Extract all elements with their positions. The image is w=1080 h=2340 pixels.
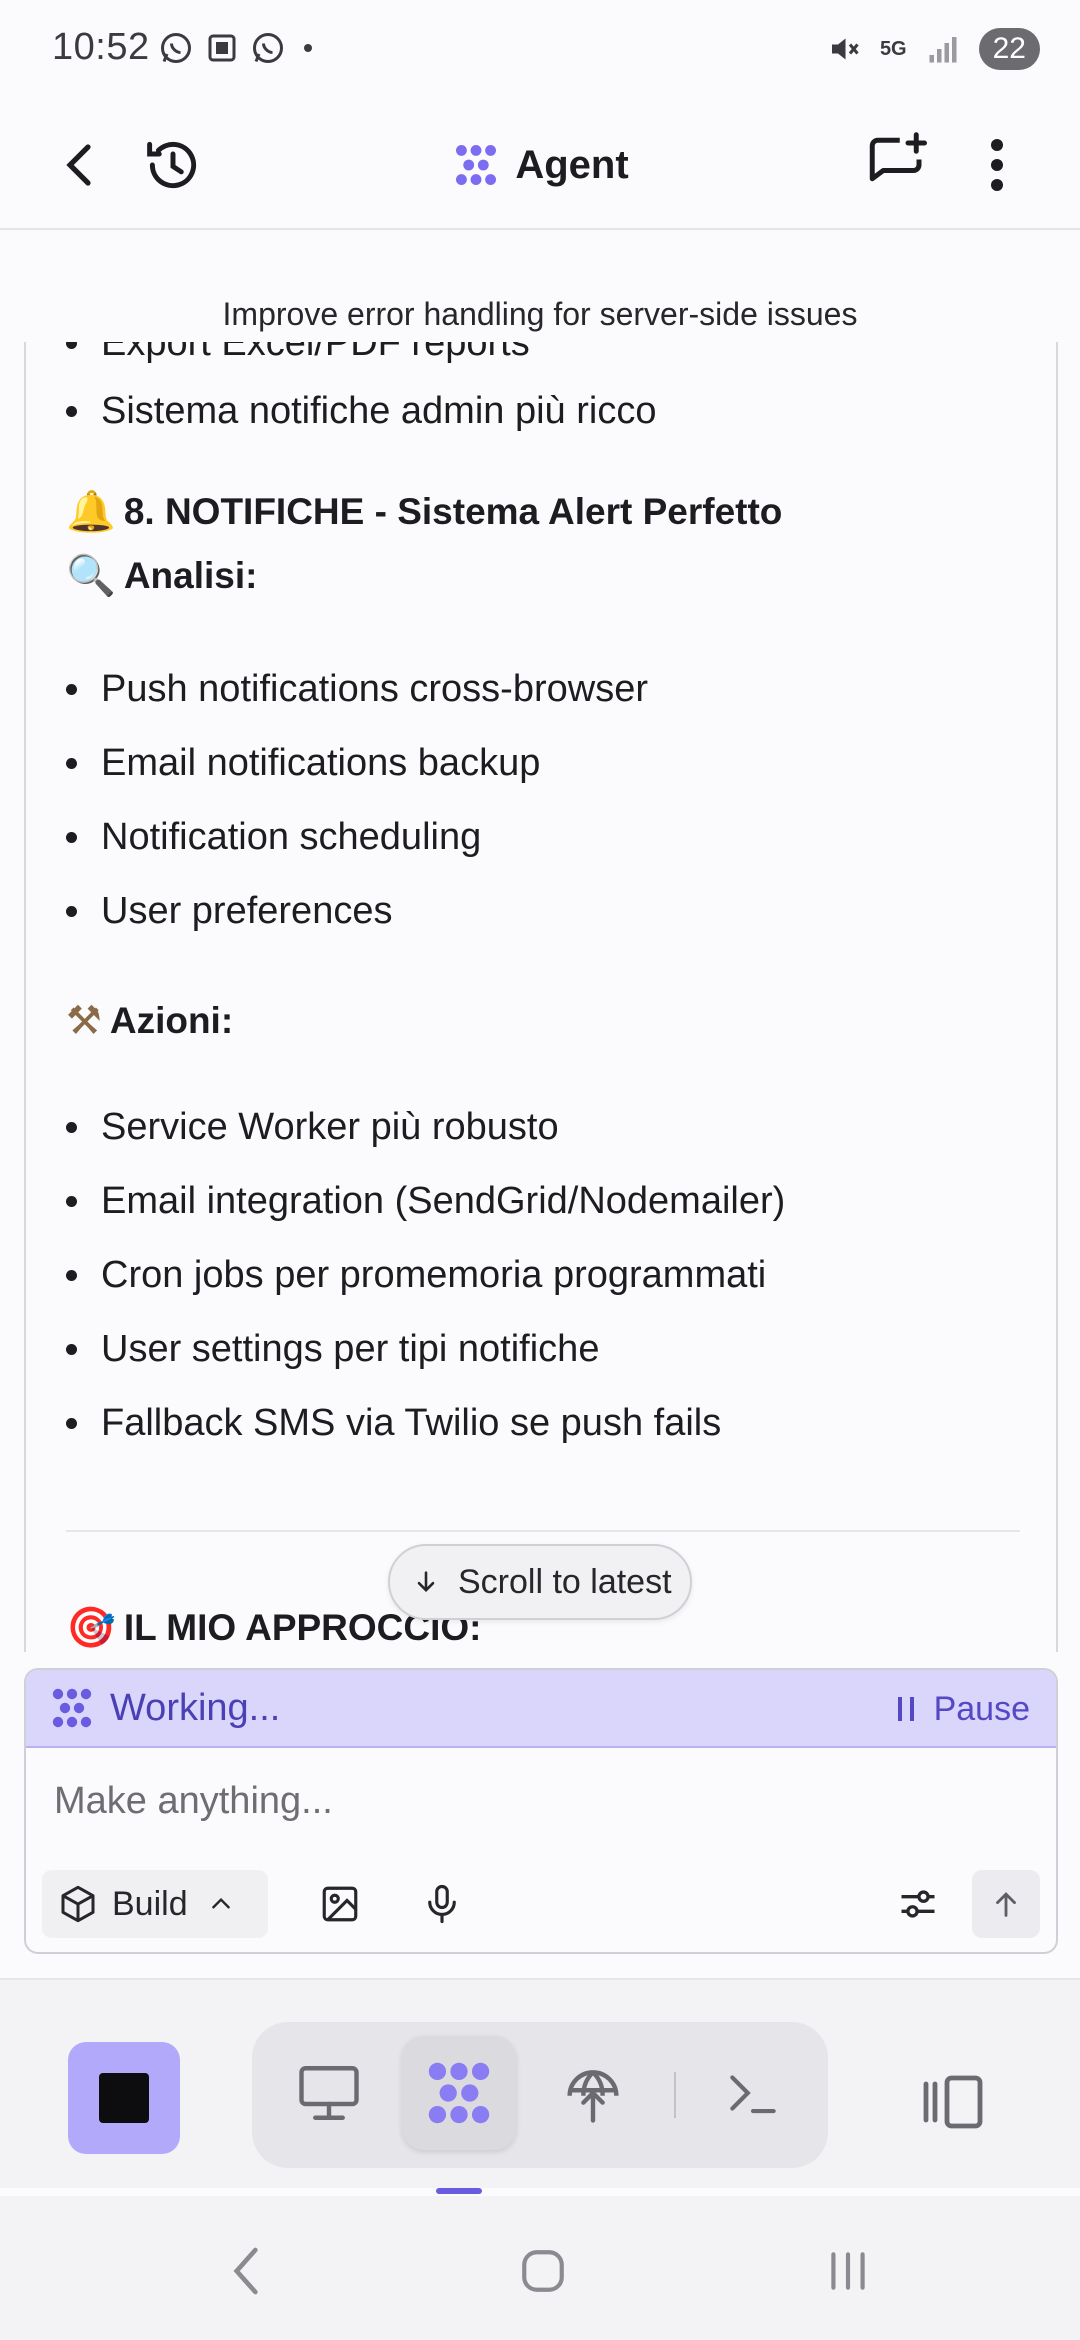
target-icon: 🎯 bbox=[66, 1605, 116, 1651]
list-item: User preferences bbox=[66, 890, 392, 933]
bottom-app-bar bbox=[0, 1978, 1080, 2188]
whatsapp-icon bbox=[161, 33, 191, 63]
active-tab-indicator bbox=[436, 2188, 482, 2194]
mode-selector[interactable]: Build bbox=[42, 1870, 268, 1938]
working-status-text: Working... bbox=[110, 1686, 281, 1729]
new-chat-button[interactable] bbox=[862, 100, 932, 230]
list-item: Email integration (SendGrid/Nodemailer) bbox=[66, 1180, 785, 1223]
agent-logo-icon bbox=[456, 145, 497, 185]
list-item: Push notifications cross-browser bbox=[66, 668, 648, 711]
globe-upload-icon bbox=[567, 2070, 619, 2123]
list-item: Notification scheduling bbox=[66, 816, 481, 859]
settings-button[interactable] bbox=[888, 1870, 948, 1938]
actions-heading: ⚒ Azioni: bbox=[66, 998, 234, 1044]
bullet-dot bbox=[66, 406, 77, 417]
split-view-button[interactable] bbox=[916, 2062, 996, 2142]
list-item: User settings per tipi notifiche bbox=[66, 1328, 599, 1371]
list-item: Fallback SMS via Twilio se push fails bbox=[66, 1402, 721, 1445]
list-item: Export Excel/PDF reports bbox=[66, 342, 530, 365]
section-heading: 🔔 8. NOTIFICHE - Sistema Alert Perfetto bbox=[66, 489, 783, 535]
agent-logo-icon bbox=[52, 1688, 92, 1728]
gallery-icon bbox=[208, 34, 236, 62]
bullet-dot bbox=[66, 1196, 77, 1207]
split-view-icon bbox=[923, 2075, 983, 2129]
bell-icon: 🔔 bbox=[66, 489, 116, 535]
status-bar: 10:52 5G 22 bbox=[0, 0, 1080, 100]
more-options-button[interactable] bbox=[972, 100, 1022, 230]
home-icon bbox=[522, 2250, 564, 2292]
agent-tab[interactable] bbox=[402, 2036, 516, 2150]
monitor-icon bbox=[299, 2066, 359, 2120]
more-vertical-icon bbox=[991, 139, 1003, 191]
battery-indicator: 22 bbox=[978, 28, 1040, 70]
bullet-dot bbox=[66, 906, 77, 917]
system-status-icons: 5G 22 bbox=[826, 28, 1040, 70]
shell-tab[interactable] bbox=[696, 2036, 810, 2150]
whatsapp-icon bbox=[253, 33, 283, 63]
system-navigation-bar bbox=[0, 2196, 1080, 2340]
network-label: 5G bbox=[879, 37, 907, 60]
new-chat-icon bbox=[869, 132, 927, 182]
divider bbox=[66, 1530, 1020, 1532]
composer-card: Working... Pause Build bbox=[24, 1668, 1058, 1954]
status-time: 10:52 bbox=[52, 26, 150, 68]
chat-messages[interactable]: Export Excel/PDF reports Sistema notific… bbox=[24, 342, 1058, 1652]
arrow-down-icon bbox=[417, 1571, 435, 1592]
bullet-dot bbox=[66, 832, 77, 843]
sliders-icon bbox=[901, 1890, 935, 1918]
bullet-dot bbox=[66, 342, 77, 349]
system-back-button[interactable] bbox=[216, 2236, 276, 2306]
app-header: Agent bbox=[0, 100, 1080, 230]
pause-button[interactable]: Pause bbox=[896, 1670, 1030, 1748]
page-title: Agent bbox=[515, 142, 629, 187]
working-status-bar: Working... Pause bbox=[26, 1670, 1056, 1748]
agent-logo-icon bbox=[428, 2062, 490, 2124]
chevron-up-icon bbox=[211, 1897, 230, 1909]
send-button[interactable] bbox=[972, 1870, 1040, 1938]
microphone-icon bbox=[428, 1884, 456, 1924]
notification-icons bbox=[158, 30, 320, 66]
bullet-dot bbox=[66, 1418, 77, 1429]
bullet-dot bbox=[66, 1270, 77, 1281]
chevron-left-icon bbox=[66, 144, 91, 186]
cube-icon bbox=[61, 1885, 95, 1923]
tool-dock bbox=[252, 2022, 828, 2168]
mute-icon bbox=[831, 38, 859, 60]
back-button[interactable] bbox=[50, 100, 110, 230]
preview-tab[interactable] bbox=[272, 2036, 386, 2150]
dot-icon bbox=[304, 44, 312, 52]
deploy-tab[interactable] bbox=[536, 2036, 650, 2150]
list-item: Sistema notifiche admin più ricco bbox=[66, 390, 656, 433]
list-item: Email notifications backup bbox=[66, 742, 540, 785]
signal-icon bbox=[929, 37, 957, 63]
tools-icon: ⚒ bbox=[66, 998, 102, 1044]
bullet-dot bbox=[66, 684, 77, 695]
recents-icon bbox=[831, 2252, 865, 2290]
bullet-dot bbox=[66, 758, 77, 769]
attach-image-button[interactable] bbox=[312, 1870, 368, 1938]
list-item: Service Worker più robusto bbox=[66, 1106, 559, 1149]
stop-icon bbox=[99, 2073, 149, 2123]
dock-separator bbox=[674, 2072, 676, 2118]
stop-button[interactable] bbox=[68, 2042, 180, 2154]
bullet-dot bbox=[66, 1122, 77, 1133]
history-icon bbox=[147, 141, 197, 189]
analysis-heading: 🔍 Analisi: bbox=[66, 553, 258, 599]
prompt-input[interactable] bbox=[54, 1780, 1014, 1823]
image-icon bbox=[322, 1886, 358, 1922]
system-recents-button[interactable] bbox=[818, 2236, 878, 2306]
task-title-banner: Improve error handling for server-side i… bbox=[222, 296, 858, 332]
pause-icon bbox=[897, 1697, 914, 1721]
bullet-dot bbox=[66, 1344, 77, 1355]
system-home-button[interactable] bbox=[508, 2236, 578, 2306]
history-button[interactable] bbox=[138, 100, 208, 230]
arrow-up-icon bbox=[996, 1892, 1016, 1917]
magnifier-icon: 🔍 bbox=[66, 553, 116, 599]
microphone-button[interactable] bbox=[414, 1870, 470, 1938]
chevron-left-icon bbox=[233, 2247, 258, 2295]
list-item: Cron jobs per promemoria programmati bbox=[66, 1254, 766, 1297]
terminal-icon bbox=[730, 2075, 776, 2114]
scroll-to-latest-button[interactable]: Scroll to latest bbox=[388, 1544, 692, 1620]
